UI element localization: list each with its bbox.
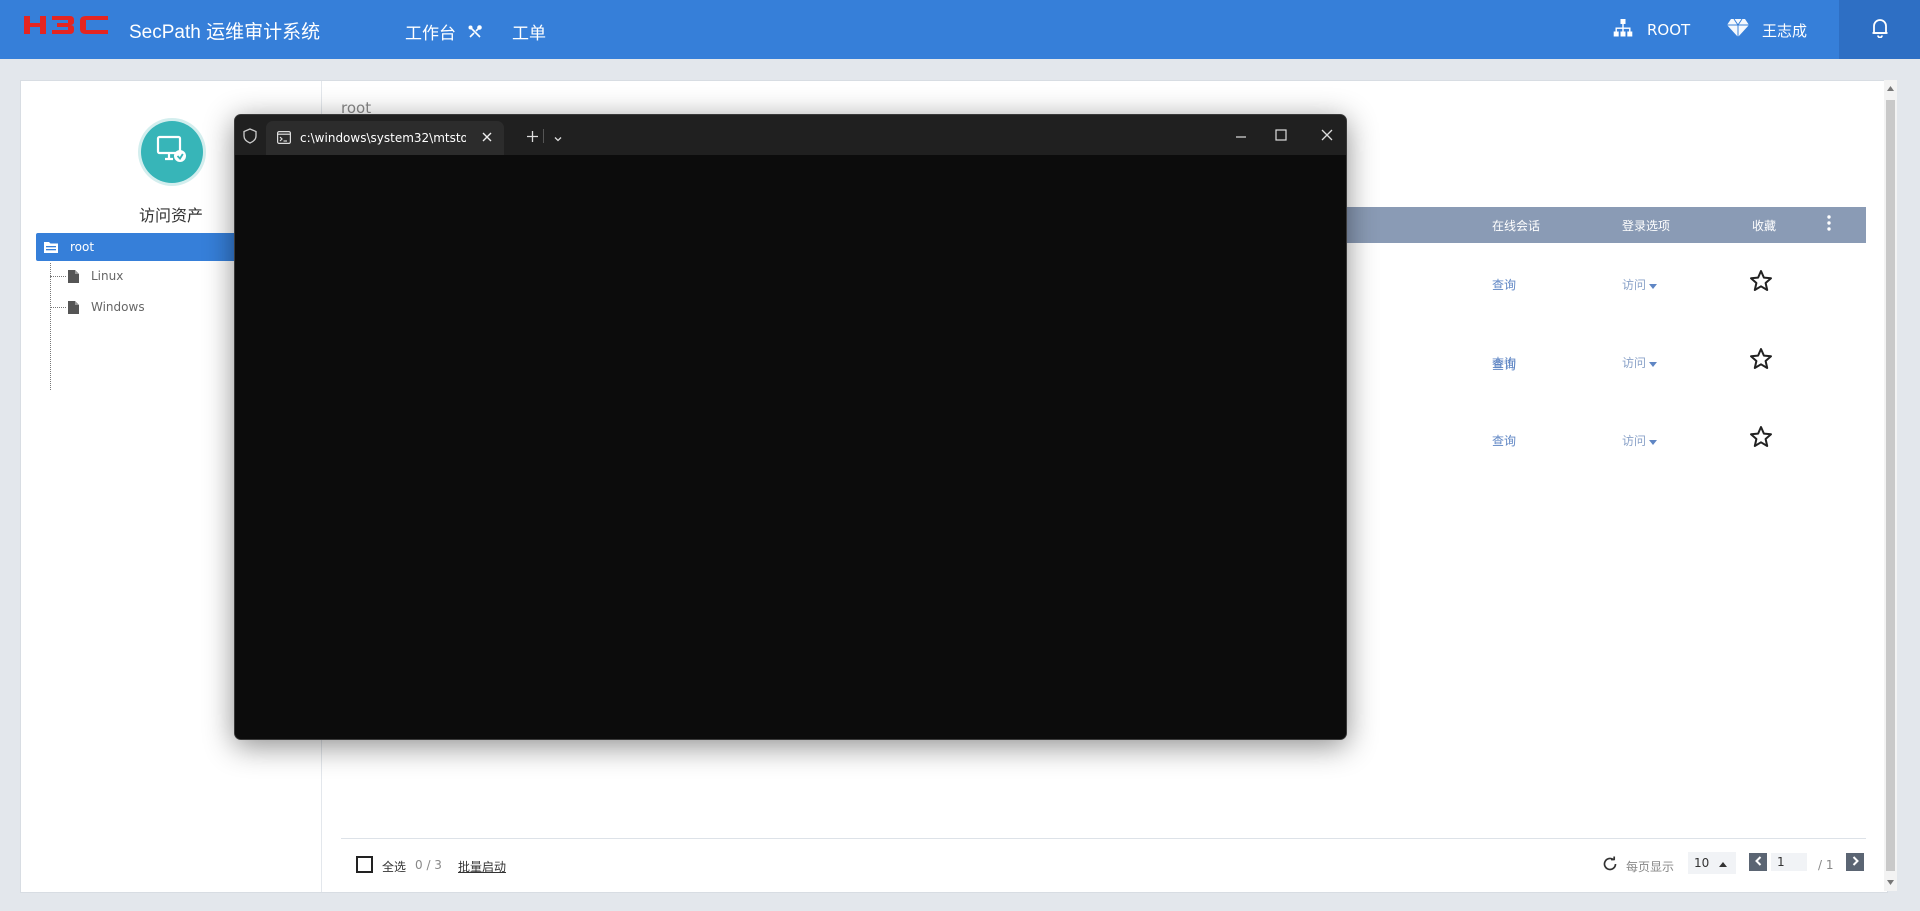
close-window-icon[interactable]: [1320, 127, 1334, 146]
footer-divider: [341, 838, 1866, 839]
page-number-input[interactable]: 1: [1771, 853, 1807, 871]
file-icon: [68, 300, 79, 314]
access-label: 访问: [1622, 356, 1647, 370]
maximize-icon[interactable]: [1274, 127, 1288, 146]
selected-count: 0 / 3: [415, 858, 442, 872]
per-page-value: 10: [1694, 856, 1710, 870]
app-title: SecPath 运维审计系统: [129, 22, 321, 43]
scroll-up-icon[interactable]: [1886, 82, 1895, 94]
prev-page-button[interactable]: [1749, 853, 1767, 871]
tab-separator: [543, 129, 544, 143]
favorite-star-icon[interactable]: [1749, 425, 1773, 453]
table-footer: 全选 0 / 3 批量启动 每页显示 10 1 / 1: [322, 851, 1887, 881]
favorite-star-icon[interactable]: [1749, 269, 1773, 297]
tree-node-linux-label: Linux: [91, 269, 124, 283]
chevron-down-icon[interactable]: [553, 129, 563, 148]
access-label: 访问: [1622, 434, 1647, 448]
asset-avatar: [141, 121, 203, 183]
column-login-options: 登录选项: [1622, 219, 1671, 233]
terminal-tab[interactable]: c:\windows\system32\mtstoc: [266, 121, 504, 155]
org-name: ROOT: [1647, 21, 1691, 39]
total-pages: / 1: [1818, 858, 1834, 872]
top-bar: SecPath 运维审计系统 工作台 工单 ROOT 王志成: [0, 0, 1920, 59]
new-tab-icon[interactable]: [526, 128, 539, 147]
access-dropdown[interactable]: 访问: [1622, 276, 1658, 293]
nav-workbench[interactable]: 工作台: [405, 19, 483, 45]
query-sessions-link[interactable]: 查询: [1492, 276, 1516, 293]
page-scrollbar[interactable]: [1884, 80, 1897, 891]
favorite-star-icon[interactable]: [1749, 347, 1773, 375]
h3c-logo[interactable]: [24, 14, 108, 40]
next-page-button[interactable]: [1846, 853, 1864, 871]
nav-ticket[interactable]: 工单: [512, 19, 546, 44]
caret-up-icon: [1719, 856, 1728, 870]
caret-down-icon: [1649, 278, 1658, 292]
select-all-label[interactable]: 全选: [382, 858, 406, 875]
terminal-title-bar[interactable]: c:\windows\system32\mtstoc: [235, 115, 1346, 155]
terminal-tab-title: c:\windows\system32\mtstoc: [300, 131, 466, 145]
tree-node-windows-label: Windows: [91, 300, 145, 314]
tree-node-root-label: root: [70, 240, 95, 254]
bell-icon: [1871, 18, 1889, 42]
column-favorite: 收藏: [1752, 219, 1777, 233]
chevron-right-icon: [1852, 855, 1859, 869]
scroll-thumb[interactable]: [1886, 100, 1895, 871]
minimize-icon[interactable]: [1235, 128, 1247, 147]
cmd-icon: [277, 131, 292, 147]
nav-workbench-label: 工作台: [405, 24, 456, 44]
access-dropdown[interactable]: 访问: [1622, 354, 1658, 371]
file-icon: [68, 269, 79, 283]
query-sessions-link[interactable]: 查询: [1492, 432, 1516, 449]
scroll-down-icon[interactable]: [1886, 876, 1895, 888]
batch-start-button[interactable]: 批量启动: [458, 858, 506, 875]
org-switcher[interactable]: ROOT: [1613, 18, 1690, 42]
per-page-label: 每页显示: [1626, 860, 1675, 874]
shield-icon: [243, 128, 257, 148]
tree-branch-line: [50, 275, 66, 277]
tools-icon: [467, 24, 483, 45]
diamond-icon: [1726, 18, 1750, 42]
caret-down-icon: [1649, 434, 1658, 448]
user-name: 王志成: [1762, 21, 1808, 40]
refresh-icon[interactable]: [1602, 856, 1618, 875]
select-all-checkbox[interactable]: [356, 856, 373, 873]
notifications-button[interactable]: [1839, 0, 1920, 59]
tree-node-linux[interactable]: Linux: [50, 269, 123, 283]
column-online-session: 在线会话: [1492, 219, 1541, 233]
folder-icon: [44, 241, 58, 253]
tree-branch-line: [50, 306, 66, 308]
remote-desktop-icon: [155, 134, 189, 170]
close-tab-icon[interactable]: [481, 131, 493, 146]
user-menu[interactable]: 王志成: [1726, 18, 1807, 42]
access-dropdown[interactable]: 访问: [1622, 432, 1658, 449]
caret-down-icon: [1649, 356, 1658, 370]
query-sessions-link[interactable]: 查询: [1492, 354, 1516, 371]
org-tree-icon: [1613, 18, 1633, 42]
tree-node-windows[interactable]: Windows: [50, 300, 145, 314]
terminal-body[interactable]: [235, 155, 1346, 739]
access-label: 访问: [1622, 278, 1647, 292]
chevron-left-icon: [1754, 855, 1762, 869]
per-page-select[interactable]: 10: [1688, 852, 1736, 874]
more-columns-icon[interactable]: [1827, 215, 1831, 234]
terminal-window[interactable]: c:\windows\system32\mtstoc: [234, 114, 1347, 740]
